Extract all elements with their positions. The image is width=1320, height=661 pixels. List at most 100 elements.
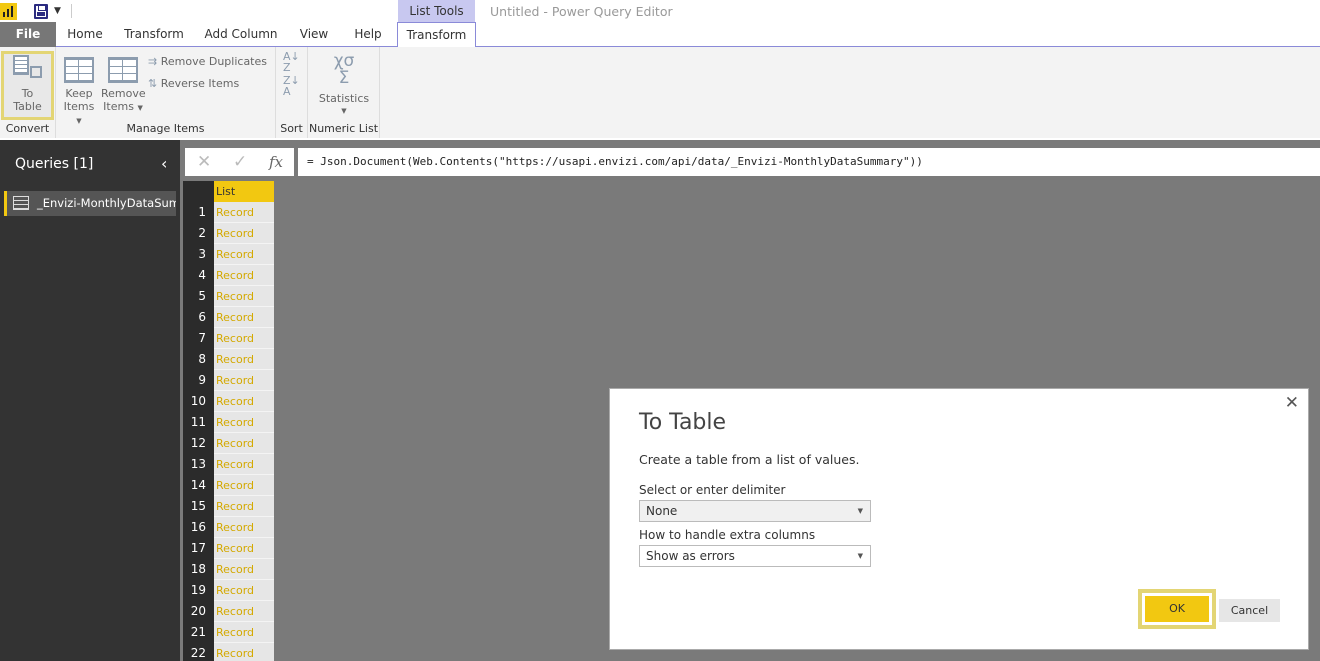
table-row[interactable]: 13 Record	[183, 454, 274, 475]
row-number[interactable]: 1	[183, 202, 214, 223]
row-number[interactable]: 16	[183, 517, 214, 538]
grid-corner[interactable]	[183, 181, 214, 202]
row-number[interactable]: 19	[183, 580, 214, 601]
table-row[interactable]: 2 Record	[183, 223, 274, 244]
record-cell[interactable]: Record	[214, 538, 274, 559]
tab-list-transform[interactable]: Transform	[397, 22, 476, 48]
row-number[interactable]: 4	[183, 265, 214, 286]
table-row[interactable]: 22 Record	[183, 643, 274, 661]
formula-input[interactable]: = Json.Document(Web.Contents("https://us…	[298, 148, 1320, 176]
record-cell[interactable]: Record	[214, 517, 274, 538]
table-row[interactable]: 4 Record	[183, 265, 274, 286]
table-row[interactable]: 18 Record	[183, 559, 274, 580]
cancel-formula-icon[interactable]: ✕	[197, 152, 211, 172]
to-table-button[interactable]: To Table	[4, 51, 51, 113]
record-cell[interactable]: Record	[214, 580, 274, 601]
row-number[interactable]: 6	[183, 307, 214, 328]
record-cell[interactable]: Record	[214, 412, 274, 433]
table-row[interactable]: 19 Record	[183, 580, 274, 601]
row-number[interactable]: 3	[183, 244, 214, 265]
quick-access-dropdown-icon[interactable]: ▼	[54, 6, 61, 16]
save-icon[interactable]	[34, 4, 48, 19]
record-cell[interactable]: Record	[214, 454, 274, 475]
table-row[interactable]: 8 Record	[183, 349, 274, 370]
sort-ascending-icon[interactable]: A↓ Z	[283, 51, 300, 73]
sort-descending-icon[interactable]: Z↓ A	[283, 75, 300, 97]
record-cell[interactable]: Record	[214, 349, 274, 370]
table-row[interactable]: 20 Record	[183, 601, 274, 622]
extra-columns-dropdown[interactable]: Show as errors ▼	[639, 545, 871, 567]
table-row[interactable]: 14 Record	[183, 475, 274, 496]
tab-view[interactable]: View	[294, 22, 334, 47]
table-row[interactable]: 15 Record	[183, 496, 274, 517]
remove-duplicates-button[interactable]: ⇉ Remove Duplicates	[148, 53, 267, 71]
remove-duplicates-icon: ⇉	[148, 55, 158, 68]
row-number[interactable]: 14	[183, 475, 214, 496]
record-cell[interactable]: Record	[214, 643, 274, 661]
record-cell[interactable]: Record	[214, 622, 274, 643]
row-number[interactable]: 13	[183, 454, 214, 475]
row-number[interactable]: 20	[183, 601, 214, 622]
row-number[interactable]: 11	[183, 412, 214, 433]
record-cell[interactable]: Record	[214, 223, 274, 244]
tab-add-column[interactable]: Add Column	[202, 22, 280, 47]
table-row[interactable]: 10 Record	[183, 391, 274, 412]
record-cell[interactable]: Record	[214, 496, 274, 517]
tab-home[interactable]: Home	[62, 22, 108, 47]
record-cell[interactable]: Record	[214, 391, 274, 412]
close-icon[interactable]: ✕	[1285, 393, 1299, 413]
cancel-button[interactable]: Cancel	[1219, 599, 1280, 622]
row-number[interactable]: 5	[183, 286, 214, 307]
statistics-icon: χσ Σ	[333, 51, 355, 88]
row-number[interactable]: 8	[183, 349, 214, 370]
tab-help[interactable]: Help	[348, 22, 388, 47]
table-row[interactable]: 6 Record	[183, 307, 274, 328]
remove-items-button[interactable]: Remove Items ▼	[101, 51, 146, 115]
record-cell[interactable]: Record	[214, 370, 274, 391]
table-row[interactable]: 12 Record	[183, 433, 274, 454]
table-row[interactable]: 9 Record	[183, 370, 274, 391]
row-number[interactable]: 2	[183, 223, 214, 244]
record-cell[interactable]: Record	[214, 559, 274, 580]
record-cell[interactable]: Record	[214, 307, 274, 328]
collapse-pane-icon[interactable]: ‹	[161, 154, 167, 173]
tab-file[interactable]: File	[0, 22, 56, 47]
table-row[interactable]: 21 Record	[183, 622, 274, 643]
table-row[interactable]: 17 Record	[183, 538, 274, 559]
row-number[interactable]: 7	[183, 328, 214, 349]
record-cell[interactable]: Record	[214, 244, 274, 265]
row-number[interactable]: 22	[183, 643, 214, 661]
row-number[interactable]: 10	[183, 391, 214, 412]
record-cell[interactable]: Record	[214, 202, 274, 223]
keep-items-button[interactable]: Keep Items ▼	[60, 51, 98, 128]
record-cell[interactable]: Record	[214, 433, 274, 454]
record-cell[interactable]: Record	[214, 601, 274, 622]
row-number[interactable]: 18	[183, 559, 214, 580]
statistics-button[interactable]: χσ Σ Statistics ▼	[312, 51, 376, 118]
function-icon[interactable]: fx	[269, 153, 283, 171]
record-cell[interactable]: Record	[214, 286, 274, 307]
table-row[interactable]: 3 Record	[183, 244, 274, 265]
record-cell[interactable]: Record	[214, 475, 274, 496]
row-number[interactable]: 9	[183, 370, 214, 391]
row-number[interactable]: 15	[183, 496, 214, 517]
record-cell[interactable]: Record	[214, 328, 274, 349]
table-row[interactable]: 11 Record	[183, 412, 274, 433]
table-row[interactable]: 7 Record	[183, 328, 274, 349]
row-number[interactable]: 21	[183, 622, 214, 643]
tab-transform[interactable]: Transform	[120, 22, 188, 47]
reverse-items-button[interactable]: ⇅ Reverse Items	[148, 75, 239, 93]
chevron-down-icon: ▼	[857, 552, 863, 560]
commit-formula-icon[interactable]: ✓	[233, 152, 247, 172]
query-item[interactable]: _Envizi-MonthlyDataSum...	[4, 191, 176, 216]
table-row[interactable]: 16 Record	[183, 517, 274, 538]
table-row[interactable]: 5 Record	[183, 286, 274, 307]
row-number[interactable]: 12	[183, 433, 214, 454]
table-row[interactable]: 1 Record	[183, 202, 274, 223]
chevron-down-icon: ▼	[137, 104, 143, 112]
row-number[interactable]: 17	[183, 538, 214, 559]
record-cell[interactable]: Record	[214, 265, 274, 286]
ok-button[interactable]: OK	[1145, 596, 1209, 622]
delimiter-dropdown[interactable]: None ▼	[639, 500, 871, 522]
column-header-list[interactable]: List	[214, 181, 274, 202]
